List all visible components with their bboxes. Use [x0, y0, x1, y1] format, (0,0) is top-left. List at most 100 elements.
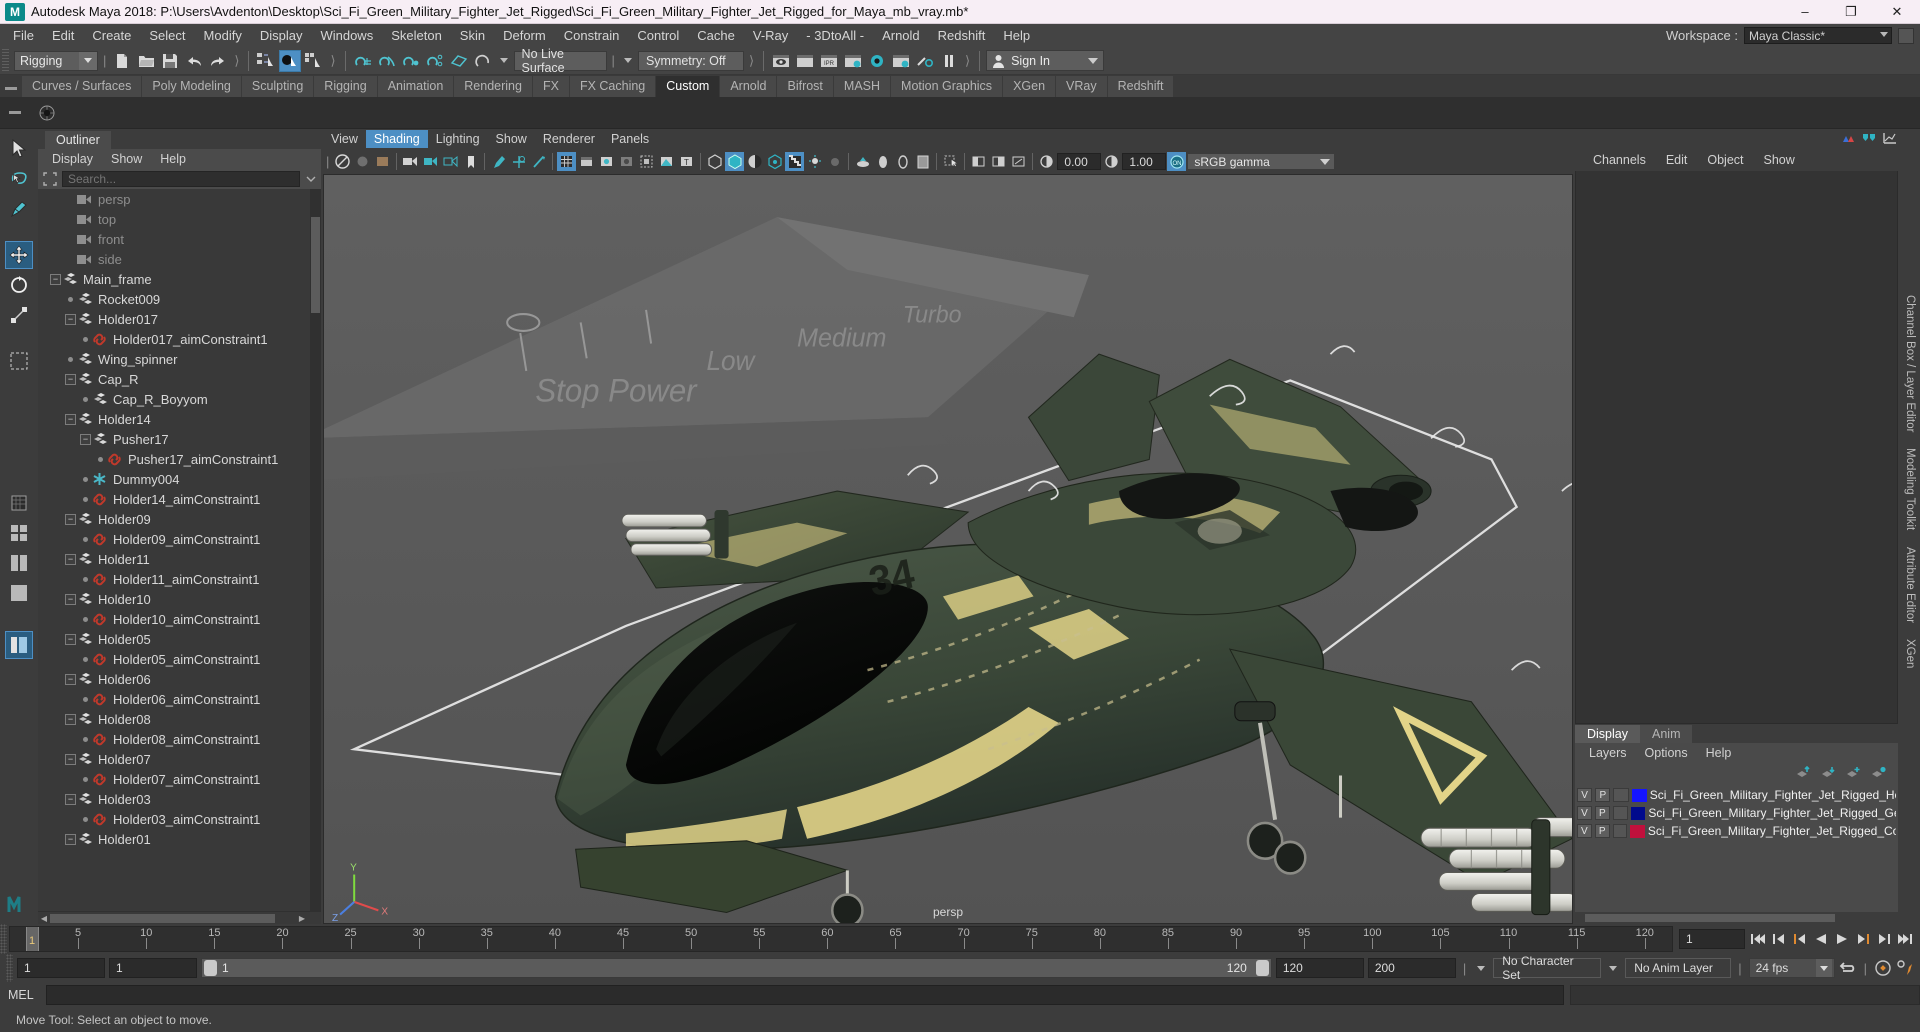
tree-expander[interactable]: −: [65, 833, 76, 845]
scrollbar-thumb[interactable]: [311, 217, 320, 313]
outliner-row[interactable]: persp: [38, 189, 321, 209]
layer-state-toggle[interactable]: [1612, 824, 1628, 838]
snap-to-projected-center-icon[interactable]: [424, 50, 446, 72]
menu-deform[interactable]: Deform: [494, 26, 555, 45]
four-view-layout-icon[interactable]: [5, 519, 33, 547]
menu-cache[interactable]: Cache: [688, 26, 744, 45]
range-handle-right[interactable]: [1255, 960, 1269, 976]
hypershade-icon[interactable]: [866, 50, 888, 72]
go-to-end-icon[interactable]: [1896, 930, 1914, 948]
step-back-frame-icon[interactable]: [1791, 930, 1809, 948]
tree-expander[interactable]: −: [65, 513, 76, 525]
workspace-layout-icon[interactable]: [1898, 27, 1914, 44]
tree-expander[interactable]: −: [65, 313, 76, 325]
outliner-row[interactable]: Holder08_aimConstraint1: [38, 729, 321, 749]
viewport-menu-show[interactable]: Show: [488, 130, 535, 148]
shelf-tab-fx-caching[interactable]: FX Caching: [569, 76, 657, 97]
ik-handle-icon[interactable]: [509, 152, 528, 171]
outliner-row[interactable]: − Holder09: [38, 509, 321, 529]
toggle-display-icon[interactable]: [893, 152, 912, 171]
timeline-grip[interactable]: [0, 924, 7, 954]
select-by-object-type-icon[interactable]: [279, 49, 302, 72]
shelf-tab-arnold[interactable]: Arnold: [720, 76, 778, 97]
xray-joints-mode-icon[interactable]: [745, 152, 764, 171]
outliner-row[interactable]: Holder14_aimConstraint1: [38, 489, 321, 509]
outliner-row[interactable]: − Holder08: [38, 709, 321, 729]
close-button[interactable]: ✕: [1874, 0, 1920, 24]
shelf-tab-fx[interactable]: FX: [532, 76, 570, 97]
select-tool[interactable]: [5, 135, 33, 163]
layer-menu-help[interactable]: Help: [1697, 745, 1741, 761]
chevron-down-icon[interactable]: [1477, 965, 1486, 971]
shelf-tab-custom[interactable]: Custom: [656, 76, 721, 97]
expand-selection-icon[interactable]: [41, 171, 58, 187]
ipr-render-icon[interactable]: IPR: [818, 50, 840, 72]
scroll-right-icon[interactable]: ▶: [297, 914, 307, 923]
shelf-tab-vray[interactable]: VRay: [1056, 76, 1108, 97]
tab-anim-layers[interactable]: Anim: [1640, 725, 1693, 743]
grease-pencil-icon[interactable]: [489, 152, 508, 171]
default-light-icon[interactable]: [805, 152, 824, 171]
range-handle-left[interactable]: [204, 960, 217, 976]
toolbar-grip[interactable]: [2, 48, 9, 73]
shelf-row-handle[interactable]: [4, 104, 26, 122]
use-all-lights-icon[interactable]: [617, 152, 636, 171]
shelf-tab-rendering[interactable]: Rendering: [454, 76, 533, 97]
shelf-tab-animation[interactable]: Animation: [377, 76, 455, 97]
outliner-menu-show[interactable]: Show: [102, 151, 151, 167]
lasso-tool[interactable]: [5, 165, 33, 193]
time-slider[interactable]: 5 10 15 20 25 30 35 40 45 50 55 60 65 70 75 80 85 90 95 100…: [9, 926, 1673, 952]
add-layer-icon[interactable]: [1846, 766, 1861, 782]
render-settings-icon[interactable]: [842, 50, 864, 72]
current-frame-field[interactable]: 1: [1679, 929, 1745, 949]
anim-end-field[interactable]: 120: [1275, 958, 1364, 978]
viewport-menu-view[interactable]: View: [323, 130, 366, 148]
anim-layer-select[interactable]: No Anim Layer: [1625, 958, 1732, 978]
xray-joints-icon[interactable]: [529, 152, 548, 171]
outliner-tree[interactable]: persp top front side − Main_frame Rocket009− Ho…: [38, 189, 321, 911]
tree-expander[interactable]: −: [65, 553, 76, 565]
menu-v-ray[interactable]: V-Ray: [744, 26, 797, 45]
outliner-vertical-scrollbar[interactable]: [310, 189, 321, 911]
camera-icon[interactable]: [401, 152, 420, 171]
pause-render-icon[interactable]: [938, 50, 960, 72]
snap-to-grid-icon[interactable]: [352, 50, 374, 72]
outliner-row[interactable]: − Holder14: [38, 409, 321, 429]
viewport-3d[interactable]: Stop Power Low Medium Turbo 34 Y X Z per…: [323, 174, 1573, 924]
shelf-tab-curves-surfaces[interactable]: Curves / Surfaces: [22, 76, 143, 97]
step-forward-keyframe-icon[interactable]: [1875, 930, 1893, 948]
layer-list[interactable]: V P Sci_Fi_Green_Military_Fighter_Jet_Rigg…: [1575, 785, 1898, 912]
layer-row[interactable]: V P Sci_Fi_Green_Military_Fighter_Jet_Rigg…: [1575, 823, 1898, 839]
attribute-editor-icon[interactable]: [1882, 131, 1898, 148]
lock-camera-icon[interactable]: [353, 152, 372, 171]
paint-select-tool[interactable]: [5, 195, 33, 223]
workspace-select[interactable]: Maya Classic*: [1744, 27, 1892, 44]
outliner-row[interactable]: Holder11_aimConstraint1: [38, 569, 321, 589]
outliner-row[interactable]: − Holder07: [38, 749, 321, 769]
chevron-down-icon[interactable]: [623, 58, 632, 63]
shelf-tab-mash[interactable]: MASH: [833, 76, 892, 97]
channel-box-icon[interactable]: [1861, 131, 1877, 148]
screen-space-ao-icon[interactable]: [657, 152, 676, 171]
menu-windows[interactable]: Windows: [311, 26, 382, 45]
outliner-row[interactable]: − Holder11: [38, 549, 321, 569]
menu-help[interactable]: Help: [994, 26, 1039, 45]
outliner-row[interactable]: front: [38, 229, 321, 249]
scale-tool[interactable]: [5, 301, 33, 329]
no-lights-icon[interactable]: [825, 152, 844, 171]
time-cursor[interactable]: 1: [26, 927, 39, 951]
smooth-shade-all-icon[interactable]: [577, 152, 596, 171]
outliner-layout-icon[interactable]: [5, 631, 33, 659]
new-scene-icon[interactable]: [111, 50, 133, 72]
loop-playback-icon[interactable]: [1839, 959, 1857, 977]
layer-state-toggle[interactable]: [1613, 788, 1629, 802]
tree-expander[interactable]: −: [65, 793, 76, 805]
menu-select[interactable]: Select: [140, 26, 194, 45]
vtab-attribute-editor[interactable]: Attribute Editor: [1902, 539, 1918, 631]
viewport-menu-shading[interactable]: Shading: [365, 130, 428, 148]
outliner-row[interactable]: − Pusher17: [38, 429, 321, 449]
layer-playback-toggle[interactable]: P: [1595, 788, 1611, 802]
snap-to-view-plane-icon[interactable]: [448, 50, 470, 72]
shelf-tab-xgen[interactable]: XGen: [1003, 76, 1057, 97]
menu-file[interactable]: File: [4, 26, 43, 45]
